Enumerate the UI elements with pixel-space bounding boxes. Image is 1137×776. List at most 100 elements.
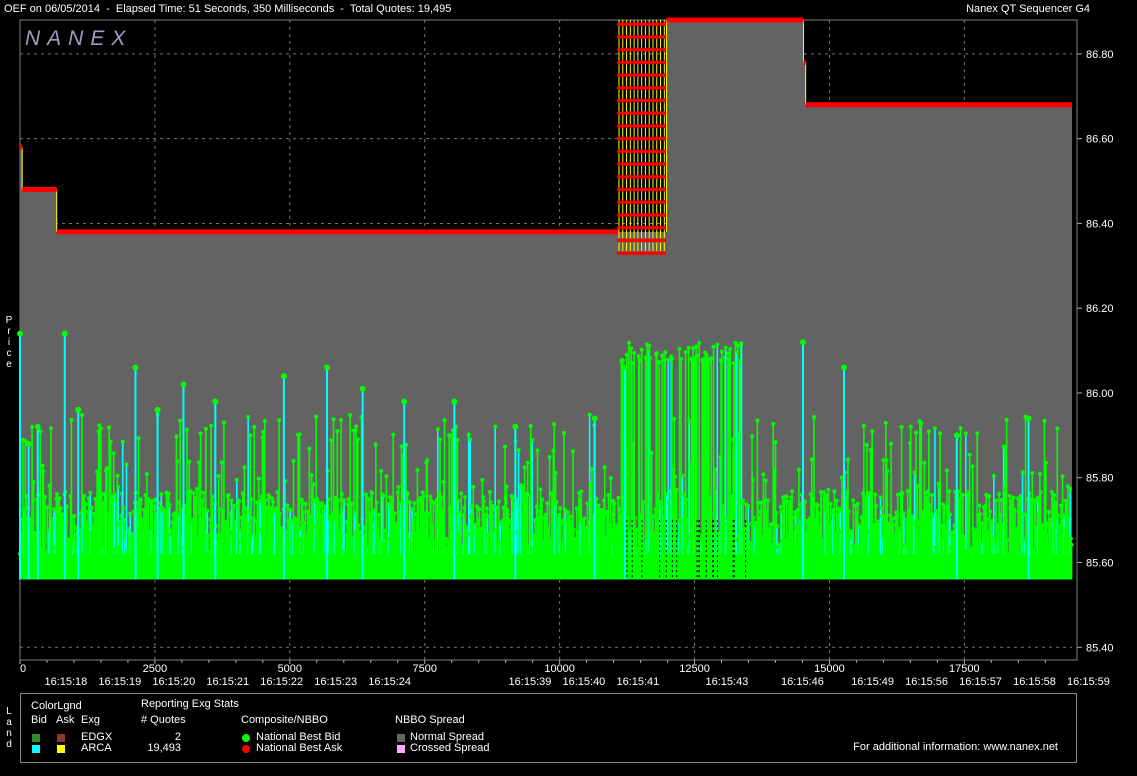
bid-quote-point bbox=[477, 507, 482, 512]
bid-quote-point bbox=[30, 424, 35, 429]
ask-oscillation-point bbox=[616, 212, 621, 217]
y-tick-label: 85.40 bbox=[1086, 642, 1114, 654]
ask-oscillation-point bbox=[635, 73, 640, 78]
bid-quote-point bbox=[759, 500, 764, 505]
bid-quote-point bbox=[405, 491, 410, 496]
ask-oscillation-point bbox=[632, 174, 637, 179]
bid-quote-point bbox=[709, 356, 714, 361]
bid-quote-point bbox=[958, 426, 963, 431]
bid-quote-point bbox=[481, 499, 486, 504]
bid-quote-point bbox=[504, 484, 509, 489]
bid-quote-point bbox=[217, 507, 222, 512]
bid-quote-point bbox=[468, 437, 473, 442]
bid-quote-point bbox=[455, 438, 460, 443]
ask-oscillation-point bbox=[643, 111, 648, 116]
ask-oscillation-point bbox=[658, 174, 663, 179]
bid-quote-point bbox=[1033, 501, 1038, 506]
bid-quote-point bbox=[351, 428, 356, 433]
bid-quote-point bbox=[641, 499, 646, 504]
bid-quote-point bbox=[379, 468, 384, 473]
bid-quote-point bbox=[919, 421, 924, 426]
ask-oscillation-point bbox=[639, 136, 644, 141]
time-label: 16:15:59 bbox=[1067, 676, 1110, 688]
bid-quote-point bbox=[242, 465, 247, 470]
stats-title: Reporting Exg Stats bbox=[141, 698, 239, 710]
ask-oscillation-point bbox=[650, 34, 655, 39]
ask-oscillation-point bbox=[628, 98, 633, 103]
bid-quote-point bbox=[879, 505, 884, 510]
bid-quote-point bbox=[45, 505, 50, 510]
ask-oscillation-point bbox=[635, 22, 640, 27]
ask-oscillation-point bbox=[662, 73, 667, 78]
bid-quote-point bbox=[558, 506, 563, 511]
ask-oscillation-point bbox=[658, 47, 663, 52]
bid-quote-point bbox=[889, 441, 894, 446]
bid-quote-point bbox=[574, 506, 579, 511]
bid-quote-point bbox=[60, 512, 65, 517]
ask-oscillation-point bbox=[658, 60, 663, 65]
bid-quote-point bbox=[763, 478, 768, 483]
bid-quote-point bbox=[891, 522, 896, 527]
ask-oscillation-point bbox=[662, 225, 667, 230]
bid-quote-point bbox=[873, 492, 878, 497]
bid-quote-point bbox=[1046, 509, 1051, 514]
bid-quote-point bbox=[297, 432, 302, 437]
bid-quote-point bbox=[494, 505, 499, 510]
ask-oscillation-point bbox=[662, 174, 667, 179]
ask-oscillation-point bbox=[628, 34, 633, 39]
ask-oscillation-point bbox=[654, 162, 659, 167]
bid-quote-point bbox=[1068, 536, 1073, 541]
ask-oscillation-point bbox=[647, 73, 652, 78]
bid-spike-point bbox=[61, 330, 68, 337]
bid-quote-point bbox=[178, 418, 183, 423]
bid-quote-point bbox=[778, 504, 783, 509]
ask-oscillation-point bbox=[647, 111, 652, 116]
bid-quote-point bbox=[639, 347, 644, 352]
ask-oscillation-point bbox=[624, 212, 629, 217]
bid-quote-point bbox=[38, 429, 43, 434]
bid-quote-point bbox=[828, 501, 833, 506]
bid-quote-point bbox=[175, 458, 180, 463]
bid-quote-point bbox=[965, 490, 970, 495]
ask-oscillation-point bbox=[658, 187, 663, 192]
bid-quote-point bbox=[354, 424, 359, 429]
bid-quote-point bbox=[329, 438, 334, 443]
bid-quote-point bbox=[425, 458, 430, 463]
bid-quote-point bbox=[462, 494, 467, 499]
bid-spike-point bbox=[132, 364, 139, 371]
ask-oscillation-point bbox=[628, 212, 633, 217]
bid-quote-point bbox=[121, 506, 126, 511]
ask-oscillation-point bbox=[662, 251, 667, 256]
bid-quote-point bbox=[120, 439, 125, 444]
bid-quote-point bbox=[399, 444, 404, 449]
ask-oscillation-point bbox=[632, 60, 637, 65]
bid-quote-point bbox=[336, 498, 341, 503]
bid-quote-point bbox=[938, 431, 943, 436]
bid-quote-point bbox=[991, 473, 996, 478]
ask-oscillation-point bbox=[643, 22, 648, 27]
bid-quote-point bbox=[203, 426, 208, 431]
y-tick-label: 85.80 bbox=[1086, 473, 1114, 485]
bid-quote-point bbox=[677, 346, 682, 351]
y-tick-label: 86.60 bbox=[1086, 134, 1114, 146]
bid-quote-point bbox=[694, 344, 699, 349]
bid-quote-point bbox=[303, 501, 308, 506]
bid-spike-point bbox=[359, 385, 366, 392]
ask-oscillation-point bbox=[654, 47, 659, 52]
ask-oscillation-point bbox=[643, 98, 648, 103]
ask-oscillation-point bbox=[620, 149, 625, 154]
bid-quote-point bbox=[538, 487, 543, 492]
bid-quote-point bbox=[55, 491, 60, 496]
ask-oscillation-point bbox=[658, 149, 663, 154]
ask-oscillation-point bbox=[658, 98, 663, 103]
ask-oscillation-point bbox=[628, 225, 633, 230]
bid-quote-point bbox=[1056, 513, 1061, 518]
bid-quote-point bbox=[624, 352, 629, 357]
bid-quote-point bbox=[740, 498, 745, 503]
bid-quote-point bbox=[620, 358, 625, 363]
bid-spike-point bbox=[280, 373, 287, 380]
bid-quote-point bbox=[809, 457, 814, 462]
ask-oscillation-point bbox=[628, 200, 633, 205]
bid-quote-point bbox=[558, 521, 563, 526]
bid-quote-point bbox=[878, 495, 883, 500]
